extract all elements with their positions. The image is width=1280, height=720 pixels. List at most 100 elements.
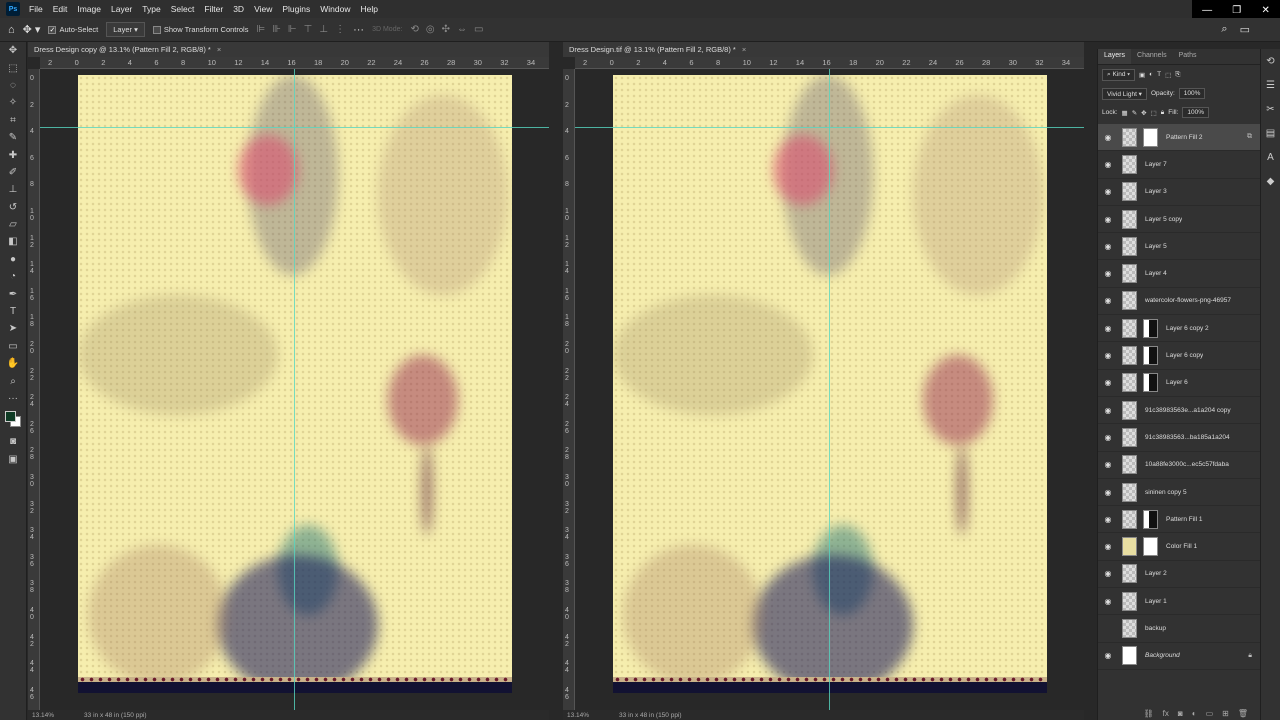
layer-thumbnail[interactable] xyxy=(1122,127,1137,147)
filter-adjust-icon[interactable]: ◐ xyxy=(1149,71,1153,78)
layer-mask-thumbnail[interactable] xyxy=(1143,318,1158,338)
tab-layers[interactable]: Layers xyxy=(1098,49,1132,64)
layer-name[interactable]: Layer 1 xyxy=(1145,598,1167,605)
character-icon[interactable]: A xyxy=(1261,145,1280,169)
layer-row[interactable]: ◉ Pattern Fill 1 xyxy=(1098,506,1260,534)
dodge-icon[interactable]: ◔ xyxy=(0,268,26,285)
visibility-eye-icon[interactable]: ◉ xyxy=(1098,324,1118,333)
menu-edit[interactable]: Edit xyxy=(48,4,73,14)
menu-filter[interactable]: Filter xyxy=(199,4,228,14)
horizontal-ruler[interactable]: 2 0 2 4 6 8 10 12 14 16 18 20 22 24 26 28 30 32 34 xyxy=(40,57,549,69)
layer-mask-thumbnail[interactable] xyxy=(1143,537,1158,557)
menu-help[interactable]: Help xyxy=(355,4,382,14)
eyedropper-icon[interactable]: ✎ xyxy=(0,129,26,146)
document-tab-2[interactable]: Dress Design.tif @ 13.1% (Pattern Fill 2… xyxy=(563,42,1084,57)
menu-3d[interactable]: 3D xyxy=(228,4,249,14)
layer-row[interactable]: ◉ Layer 5 copy xyxy=(1098,206,1260,234)
menu-select[interactable]: Select xyxy=(166,4,200,14)
layer-row[interactable]: ◉ watercolor-flowers-png-46957 xyxy=(1098,288,1260,316)
layer-name[interactable]: Background xyxy=(1145,652,1180,659)
filter-kind-dropdown[interactable]: ⌕ Kind ▾ xyxy=(1102,68,1136,81)
layer-mask-thumbnail[interactable] xyxy=(1143,346,1158,366)
zoom-level[interactable]: 13.14% xyxy=(32,712,54,719)
workspace-icon[interactable]: ▭ xyxy=(1240,23,1250,36)
lock-artboard-icon[interactable]: ⬚ xyxy=(1151,109,1157,117)
tab-channels[interactable]: Channels xyxy=(1131,49,1173,64)
visibility-eye-icon[interactable]: ◉ xyxy=(1098,624,1118,633)
layer-row[interactable]: ◉ Layer 6 copy 2 xyxy=(1098,315,1260,343)
align-right-icon[interactable]: ⊩ xyxy=(288,24,297,35)
layer-thumbnail[interactable] xyxy=(1122,373,1137,393)
visibility-eye-icon[interactable]: ◉ xyxy=(1098,160,1118,169)
menu-view[interactable]: View xyxy=(249,4,277,14)
layer-row[interactable]: ◉ Layer 4 xyxy=(1098,260,1260,288)
layer-thumbnail[interactable] xyxy=(1122,537,1137,557)
align-center-icon[interactable]: ⊪ xyxy=(272,24,281,35)
layer-thumbnail[interactable] xyxy=(1122,154,1137,174)
transform-controls-checkbox[interactable]: Show Transform Controls xyxy=(152,25,248,34)
layer-row[interactable]: ◉ Layer 3 xyxy=(1098,179,1260,206)
visibility-eye-icon[interactable]: ◉ xyxy=(1098,488,1118,497)
distribute-icon[interactable]: ⋮ xyxy=(335,24,345,35)
new-layer-icon[interactable]: ⊞ xyxy=(1222,709,1229,718)
menu-image[interactable]: Image xyxy=(72,4,106,14)
visibility-eye-icon[interactable]: ◉ xyxy=(1098,133,1118,142)
layer-thumbnail[interactable] xyxy=(1122,264,1137,284)
add-mask-icon[interactable]: ◙ xyxy=(1178,709,1183,718)
layer-row[interactable]: ◉ 91c38983563e...a1a204 copy xyxy=(1098,397,1260,425)
lock-position-icon[interactable]: ✥ xyxy=(1141,109,1146,117)
layer-mask-thumbnail[interactable] xyxy=(1143,509,1158,529)
tools-preset-icon[interactable]: ✂ xyxy=(1261,97,1280,121)
history-icon[interactable]: ⟲ xyxy=(1261,49,1280,73)
search-icon[interactable]: ⌕ xyxy=(1221,23,1227,36)
auto-select-target-dropdown[interactable]: Layer ▾ xyxy=(106,22,145,37)
layer-thumbnail[interactable] xyxy=(1122,482,1137,502)
minimize-button[interactable]: — xyxy=(1202,5,1212,16)
layer-name[interactable]: Layer 4 xyxy=(1145,270,1167,277)
close-tab-icon[interactable]: × xyxy=(217,45,221,54)
zoom-icon[interactable]: ⌕ xyxy=(0,372,26,389)
visibility-eye-icon[interactable]: ◉ xyxy=(1098,296,1118,305)
color-swatches[interactable] xyxy=(0,409,26,433)
visibility-eye-icon[interactable]: ◉ xyxy=(1098,215,1118,224)
align-top-icon[interactable]: ⊤ xyxy=(304,24,313,35)
lock-all-icon[interactable]: 🔒︎ xyxy=(1161,109,1164,117)
tab-paths[interactable]: Paths xyxy=(1173,49,1203,64)
gradient-icon[interactable]: ◧ xyxy=(0,233,26,250)
lock-image-icon[interactable]: ✎ xyxy=(1132,109,1137,117)
menu-plugins[interactable]: Plugins xyxy=(277,4,315,14)
layer-row[interactable]: ◉ 91c38983563...ba185a1a204 xyxy=(1098,424,1260,452)
filter-type-icon[interactable]: T xyxy=(1157,71,1161,78)
layer-name[interactable]: Layer 6 copy xyxy=(1166,352,1203,359)
visibility-eye-icon[interactable]: ◉ xyxy=(1098,597,1118,606)
layer-thumbnail[interactable] xyxy=(1122,209,1137,229)
filter-shape-icon[interactable]: ⬚ xyxy=(1165,71,1171,79)
layer-name[interactable]: Layer 2 xyxy=(1145,570,1167,577)
healing-icon[interactable]: ✚ xyxy=(0,146,26,163)
home-icon[interactable]: ⌂ xyxy=(8,24,15,36)
delete-icon[interactable]: 🗑︎ xyxy=(1238,709,1248,718)
pen-icon[interactable]: ✒ xyxy=(0,285,26,302)
layer-row[interactable]: ◉ Layer 6 xyxy=(1098,370,1260,397)
layer-name[interactable]: 91c38983563e...a1a204 copy xyxy=(1145,407,1231,414)
layer-name[interactable]: watercolor-flowers-png-46957 xyxy=(1145,297,1231,304)
layer-name[interactable]: sininen copy 5 xyxy=(1145,489,1187,496)
layer-name[interactable]: Layer 6 xyxy=(1166,379,1188,386)
visibility-eye-icon[interactable]: ◉ xyxy=(1098,351,1118,360)
layer-row[interactable]: ◉ Color Fill 1 xyxy=(1098,533,1260,561)
history-brush-icon[interactable]: ↺ xyxy=(0,199,26,216)
layer-thumbnail[interactable] xyxy=(1122,564,1137,584)
stamp-icon[interactable]: ⊥ xyxy=(0,181,26,198)
opacity-input[interactable]: 100% xyxy=(1178,88,1206,99)
guide-vertical[interactable] xyxy=(294,69,295,720)
filter-pixel-icon[interactable]: ▣ xyxy=(1139,71,1145,79)
blur-icon[interactable]: ● xyxy=(0,251,26,268)
layer-row[interactable]: ◉ Layer 7 xyxy=(1098,151,1260,179)
horizontal-ruler[interactable]: 2 0 2 4 6 8 10 12 14 16 18 20 22 24 26 28 30 32 34 xyxy=(575,57,1084,69)
layer-row[interactable]: ◉ sininen copy 5 xyxy=(1098,479,1260,507)
close-tab-icon[interactable]: × xyxy=(742,45,746,54)
foreground-color[interactable] xyxy=(5,411,16,423)
filter-smart-icon[interactable]: ⎘ xyxy=(1175,71,1180,79)
blend-mode-dropdown[interactable]: Vivid Light ▾ xyxy=(1102,87,1147,100)
close-button[interactable]: ✕ xyxy=(1261,5,1269,16)
